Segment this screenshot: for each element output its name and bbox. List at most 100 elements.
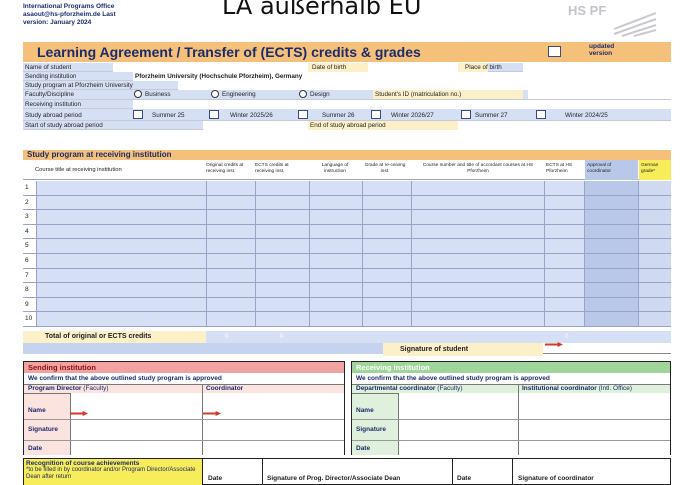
engineering-label: Engineering [222,91,256,98]
sending-institution-box: Sending institution We confirm that the … [23,361,345,455]
period-label: Study abroad period [25,112,82,119]
student-signature-row: Signature of student [23,343,671,356]
departmental-coordinator-label: Departmental coordinator (Faculty) [356,385,463,392]
row-faculty: Faculty/Discipline Business Engineering … [23,90,671,100]
updated-version-label: updated version [589,43,615,57]
program-director-label: Program Director (Faculty) [28,385,109,392]
col-language: Language of instruction [321,163,349,174]
col-hs-course: Course number and title of accordant cou… [422,163,534,174]
student-id-field[interactable] [528,90,671,99]
student-name-field[interactable] [113,63,308,72]
row-number: 8 [25,286,29,294]
program-field[interactable] [178,81,671,90]
course-title-field[interactable] [38,312,206,325]
col-approval: Approval of coordinator [585,160,638,180]
course-title-field[interactable] [38,181,206,194]
course-title-field[interactable] [38,283,206,296]
course-title-field[interactable] [38,269,206,282]
engineering-radio[interactable] [211,90,219,98]
winter2425-checkbox[interactable] [536,110,546,119]
start-field[interactable] [203,121,308,130]
page-title: Learning Agreement / Transfer of (ECTS) … [37,44,421,60]
col-original-credits: Original credits at receiving inst. [206,163,244,174]
recognition-date2-label: Date [457,475,472,482]
row-number: 6 [25,257,29,264]
receiving-field[interactable] [133,100,671,109]
course-title-field[interactable] [38,298,206,311]
title-bar: Learning Agreement / Transfer of (ECTS) … [23,42,671,62]
recognition-date1-label: Date [208,475,223,482]
receiving-box-confirm: We confirm that the above outlined study… [356,375,550,382]
business-label: Business [145,91,171,98]
departmental-field[interactable] [398,393,518,455]
study-program-header: Study program at receiving institution [23,150,671,160]
row-program: Study program at Pforzheim University [23,81,671,90]
table-row: 6 [23,254,671,269]
table-row: 4 [23,225,671,240]
university-logo-text: HS PF [568,3,607,18]
sending-date-label: Date [28,445,43,452]
course-title-field[interactable] [38,254,206,267]
receiving-label: Receiving institution [25,101,82,108]
row-number: 4 [25,227,29,235]
winter2526-checkbox[interactable] [209,110,219,119]
institutional-field[interactable] [519,393,670,455]
office-version: version: January 2024 [23,19,92,26]
summer27-label: Summer 27 [475,112,508,119]
col-german-grade: German grade* [639,160,671,180]
end-field[interactable] [458,121,671,130]
design-label: Design [310,91,330,98]
summer27-checkbox[interactable] [461,110,471,119]
sending-box-confirm: We confirm that the above outlined study… [28,375,222,382]
totals-row: Total of original or ECTS credits 0 0 0 [23,331,671,343]
winter2526-label: Winter 2025/26 [230,112,273,119]
sending-value: Pforzheim University (Hochschule Pforzhe… [133,72,671,81]
office-email: asaout@hs-pforzheim.de Last [23,11,116,18]
updated-version-checkbox[interactable] [548,46,561,57]
receiving-date-label: Date [356,445,371,452]
table-row: 1 [23,181,671,196]
row-number: 3 [25,213,29,221]
table-row: 8 [23,283,671,298]
row-number: 5 [25,242,29,250]
study-table-header: Course title at receiving institution Or… [23,160,671,180]
row-number: 1 [25,184,29,191]
col-course-title: Course title at receiving institution [35,167,122,173]
winter2627-label: Winter 2026/27 [391,112,434,119]
summer25-checkbox[interactable] [133,110,143,119]
sending-signature-label: Signature [28,426,58,433]
row-start-end: Start of study abroad period End of stud… [23,121,671,130]
business-radio[interactable] [134,90,142,98]
summer26-checkbox[interactable] [298,110,308,119]
course-title-field[interactable] [38,196,206,209]
table-row: 3 [23,210,671,225]
table-row: 2 [23,196,671,211]
total-ects: 0 [280,333,284,340]
course-title-field[interactable] [38,239,206,252]
receiving-signature-label: Signature [356,426,386,433]
recognition-title: Recognition of course achievements [26,460,140,467]
table-row: 7 [23,269,671,284]
program-label: Study program at Pforzheim University [25,82,133,89]
faculty-label: Faculty/Discipline [25,91,74,98]
director-field[interactable] [70,393,202,455]
course-title-field[interactable] [38,225,206,238]
end-label: End of study abroad period [308,121,458,130]
dob-field[interactable] [368,63,458,72]
pob-field[interactable] [523,63,671,72]
student-signature-label: Signature of student [400,346,469,353]
recognition-note: *to be filled in by coordinator and/or P… [26,467,196,480]
winter2425-label: Winter 2024/25 [565,112,608,119]
row-number: 10 [25,315,33,323]
col-grade: Grade at re-ceiving inst. [364,163,406,174]
coordinator-field[interactable] [203,393,344,455]
design-radio[interactable] [299,90,307,98]
col-ects-hs: ECTS at HS Pforzheim [546,163,573,174]
receiving-name-label: Name [356,407,374,414]
sending-box-title: Sending institution [28,363,96,372]
study-rows: 1 2 3 4 5 6 7 8 9 10 [23,181,671,327]
winter2627-checkbox[interactable] [371,110,381,119]
receiving-institution-box: Receiving institution We confirm that th… [351,361,671,455]
total-ects-hs: 0 [565,333,569,340]
course-title-field[interactable] [38,210,206,223]
